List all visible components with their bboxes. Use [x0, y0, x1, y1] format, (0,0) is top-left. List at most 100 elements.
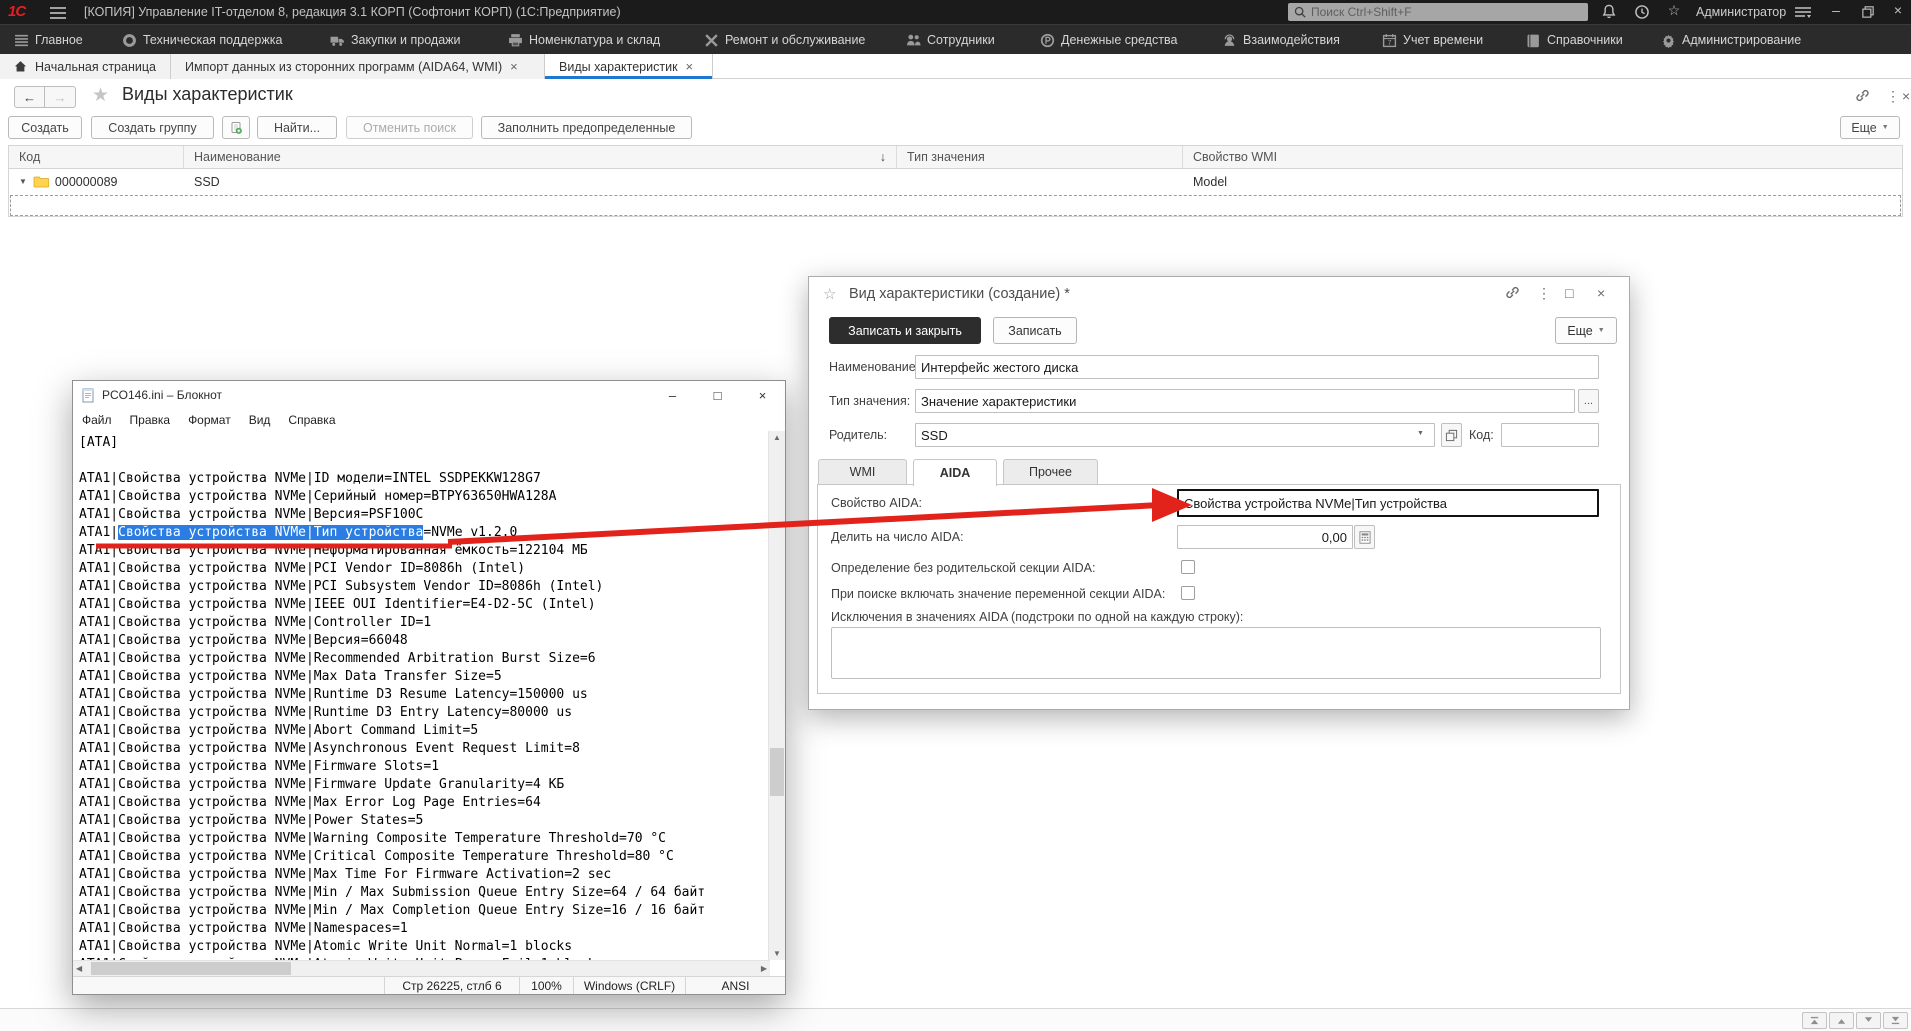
notepad-maximize-icon[interactable]: □ — [695, 381, 740, 409]
aida-include-section-var-checkbox[interactable] — [1181, 586, 1195, 600]
column-header-code[interactable]: Код — [9, 146, 184, 168]
get-link-icon[interactable] — [1855, 88, 1870, 106]
list-more-button[interactable]: Еще▼ — [1840, 116, 1900, 139]
dialog-more-button[interactable]: Еще▼ — [1555, 317, 1617, 344]
column-header-wmi[interactable]: Свойство WMI — [1183, 146, 1902, 168]
tab-close-icon[interactable]: × — [686, 59, 694, 74]
scroll-down-icon[interactable]: ▼ — [773, 949, 781, 958]
favorites-star-icon[interactable]: ☆ — [1664, 2, 1684, 19]
tab-characteristic-kinds[interactable]: Виды характеристик × — [545, 54, 713, 79]
page-close-icon[interactable]: × — [1902, 88, 1910, 104]
tools-icon — [704, 33, 719, 48]
menu-section-8[interactable]: Взаимодействия — [1222, 25, 1340, 55]
go-last-row-button[interactable] — [1883, 1012, 1908, 1029]
notepad-menu-view[interactable]: Вид — [240, 413, 280, 427]
value-type-field[interactable] — [915, 389, 1575, 413]
status-line-ending: Windows (CRLF) — [573, 977, 685, 994]
tab-aida[interactable]: AIDA — [913, 459, 997, 486]
column-header-value-type[interactable]: Тип значения — [897, 146, 1183, 168]
notepad-horizontal-scrollbar[interactable]: ◀ ▶ — [73, 960, 770, 976]
tab-close-icon[interactable]: × — [510, 59, 518, 74]
aida-divide-field[interactable] — [1177, 525, 1353, 549]
dialog-kebab-icon[interactable]: ⋮ — [1537, 285, 1551, 302]
menu-section-9[interactable]: 7Учет времени — [1382, 25, 1483, 55]
menu-section-4[interactable]: Номенклатура и склад — [508, 25, 660, 55]
dialog-favorite-star-icon[interactable]: ☆ — [823, 285, 836, 303]
create-group-button[interactable]: Создать группу — [91, 116, 214, 139]
dialog-title: Вид характеристики (создание) * — [849, 286, 1070, 302]
parent-field[interactable] — [915, 423, 1435, 447]
dialog-link-icon[interactable] — [1505, 285, 1520, 303]
expand-caret-icon[interactable]: ▼ — [19, 177, 27, 186]
notepad-vertical-scrollbar[interactable]: ▲ ▼ — [768, 431, 785, 960]
notepad-menu-file[interactable]: Файл — [73, 413, 121, 427]
open-parent-button[interactable] — [1441, 423, 1462, 447]
notepad-menu-format[interactable]: Формат — [179, 413, 240, 427]
tab-home[interactable]: Начальная страница — [0, 54, 171, 79]
notepad-line: ATA1|Свойства устройства NVMe|Версия=660… — [79, 632, 770, 650]
menu-section-label: Справочники — [1547, 33, 1623, 47]
menu-section-1[interactable]: Главное — [14, 25, 83, 55]
table-row[interactable]: ▼ 000000089 SSD Model — [9, 169, 1902, 194]
scroll-right-icon[interactable]: ▶ — [761, 964, 767, 973]
scroll-up-icon[interactable]: ▲ — [773, 433, 781, 442]
tab-other[interactable]: Прочее — [1003, 459, 1098, 485]
back-button[interactable]: ← — [14, 86, 45, 108]
notepad-text[interactable]: [ATA] ATA1|Свойства устройства NVMe|ID м… — [73, 431, 770, 960]
aida-no-parent-section-checkbox[interactable] — [1181, 560, 1195, 574]
create-button[interactable]: Создать — [8, 116, 82, 139]
aida-property-field[interactable] — [1177, 489, 1599, 517]
history-icon[interactable] — [1634, 4, 1650, 20]
functions-menu-icon[interactable] — [1795, 6, 1811, 22]
global-search[interactable] — [1288, 3, 1588, 21]
menu-section-5[interactable]: Ремонт и обслуживание — [704, 25, 865, 55]
notepad-menu-help[interactable]: Справка — [279, 413, 344, 427]
menu-section-2[interactable]: Техническая поддержка — [122, 25, 282, 55]
menu-section-10[interactable]: Справочники — [1526, 25, 1623, 55]
forward-button[interactable]: → — [45, 86, 76, 108]
minimize-icon[interactable]: – — [1826, 2, 1846, 18]
page-more-kebab-icon[interactable]: ⋮ — [1886, 88, 1900, 105]
vertical-scroll-thumb[interactable] — [770, 748, 784, 796]
notifications-bell-icon[interactable] — [1601, 4, 1617, 20]
aida-exclusions-textarea[interactable] — [831, 627, 1601, 679]
notepad-close-icon[interactable]: × — [740, 381, 785, 409]
menu-section-7[interactable]: Денежные средства — [1040, 25, 1177, 55]
menu-section-3[interactable]: Закупки и продажи — [330, 25, 461, 55]
close-window-icon[interactable]: × — [1888, 2, 1908, 18]
find-button[interactable]: Найти... — [257, 116, 337, 139]
fill-predefined-button[interactable]: Заполнить предопределенные — [481, 116, 692, 139]
dialog-maximize-icon[interactable]: □ — [1565, 285, 1573, 301]
go-next-row-button[interactable] — [1856, 1012, 1881, 1029]
parent-dropdown-icon[interactable]: ▼ — [1417, 430, 1424, 437]
cancel-search-button[interactable]: Отменить поиск — [346, 116, 473, 139]
dialog-close-icon[interactable]: × — [1597, 285, 1605, 301]
search-input[interactable] — [1311, 5, 1582, 19]
notepad-menu-edit[interactable]: Правка — [121, 413, 180, 427]
code-field[interactable] — [1501, 423, 1599, 447]
calculator-button[interactable] — [1354, 525, 1375, 549]
restore-icon[interactable] — [1860, 4, 1876, 20]
menu-section-6[interactable]: Сотрудники — [906, 25, 995, 55]
value-type-label: Тип значения: — [829, 394, 910, 408]
menu-section-11[interactable]: Администрирование — [1661, 25, 1801, 55]
main-menu-icon[interactable] — [50, 6, 66, 18]
scroll-left-icon[interactable]: ◀ — [76, 964, 82, 973]
column-header-name[interactable]: Наименование ↓ — [184, 146, 897, 168]
save-button[interactable]: Записать — [993, 317, 1077, 344]
up-arrow-icon — [1836, 1015, 1847, 1026]
horizontal-scroll-thumb[interactable] — [91, 962, 291, 975]
contact-icon — [1222, 33, 1237, 48]
menu-section-label: Главное — [35, 33, 83, 47]
notepad-minimize-icon[interactable]: – — [650, 381, 695, 409]
choose-type-button[interactable]: ... — [1578, 389, 1599, 413]
copy-item-button[interactable] — [222, 116, 250, 139]
name-field[interactable] — [915, 355, 1599, 379]
go-first-row-button[interactable] — [1802, 1012, 1827, 1029]
tab-wmi[interactable]: WMI — [818, 459, 907, 485]
page-favorite-star-icon[interactable]: ★ — [92, 84, 109, 107]
current-user[interactable]: Администратор — [1696, 5, 1786, 19]
save-and-close-button[interactable]: Записать и закрыть — [829, 317, 981, 344]
go-prev-row-button[interactable] — [1829, 1012, 1854, 1029]
tab-import-aida64-wmi[interactable]: Импорт данных из сторонних программ (AID… — [171, 54, 545, 79]
